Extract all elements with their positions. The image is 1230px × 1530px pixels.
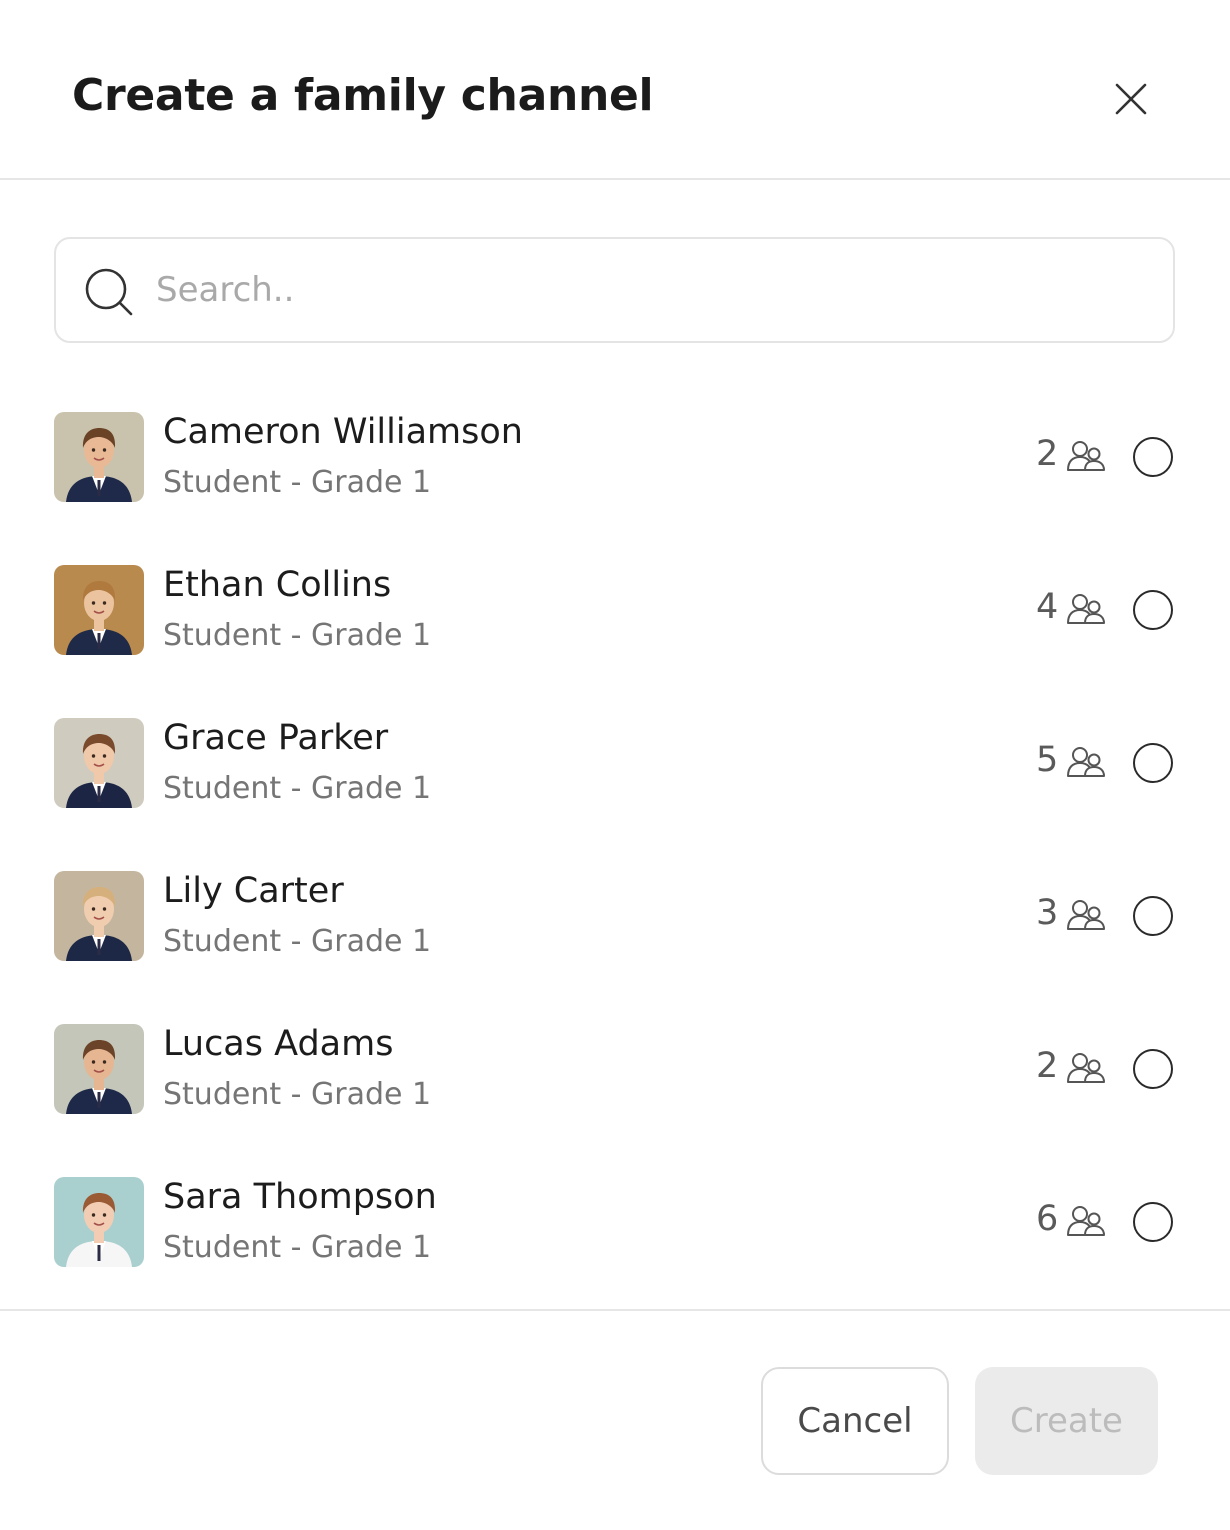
- student-name: Sara Thompson: [163, 1177, 437, 1217]
- family-member-count: 4: [1036, 587, 1059, 627]
- search-box[interactable]: [54, 237, 1175, 343]
- create-button[interactable]: Create: [975, 1367, 1158, 1475]
- cancel-button[interactable]: Cancel: [761, 1367, 949, 1475]
- dialog-header: Create a family channel: [0, 0, 1230, 180]
- create-family-channel-dialog: Create a family channel Cameron Williams…: [0, 0, 1230, 1530]
- family-member-count: 6: [1036, 1199, 1059, 1239]
- select-student-radio[interactable]: [1133, 1202, 1173, 1242]
- close-button[interactable]: [1106, 74, 1156, 124]
- family-members-icon: [1067, 1053, 1105, 1083]
- family-member-count: 2: [1036, 1046, 1059, 1086]
- search-icon: [85, 268, 133, 316]
- student-avatar: [54, 412, 144, 502]
- student-role: Student - Grade 1: [163, 924, 432, 959]
- student-row[interactable]: Ethan Collins Student - Grade 1 4: [0, 553, 1230, 673]
- student-row[interactable]: Grace Parker Student - Grade 1 5: [0, 706, 1230, 826]
- close-icon: [1115, 83, 1147, 115]
- select-student-radio[interactable]: [1133, 896, 1173, 936]
- student-name: Ethan Collins: [163, 565, 392, 605]
- student-name: Lily Carter: [163, 871, 344, 911]
- student-avatar: [54, 565, 144, 655]
- student-name: Cameron Williamson: [163, 412, 523, 452]
- family-member-count: 2: [1036, 434, 1059, 474]
- student-role: Student - Grade 1: [163, 1077, 432, 1112]
- student-row[interactable]: Lily Carter Student - Grade 1 3: [0, 859, 1230, 979]
- student-avatar: [54, 871, 144, 961]
- search-input[interactable]: [156, 259, 1146, 321]
- dialog-footer: Cancel Create: [0, 1309, 1230, 1530]
- select-student-radio[interactable]: [1133, 590, 1173, 630]
- student-name: Lucas Adams: [163, 1024, 394, 1064]
- dialog-title: Create a family channel: [72, 70, 654, 121]
- student-avatar: [54, 718, 144, 808]
- select-student-radio[interactable]: [1133, 1049, 1173, 1089]
- student-row[interactable]: Sara Thompson Student - Grade 1 6: [0, 1165, 1230, 1285]
- student-role: Student - Grade 1: [163, 1230, 432, 1265]
- family-members-icon: [1067, 441, 1105, 471]
- family-members-icon: [1067, 1206, 1105, 1236]
- family-member-count: 5: [1036, 740, 1059, 780]
- student-role: Student - Grade 1: [163, 465, 432, 500]
- student-avatar: [54, 1024, 144, 1114]
- student-role: Student - Grade 1: [163, 771, 432, 806]
- student-avatar: [54, 1177, 144, 1267]
- family-members-icon: [1067, 900, 1105, 930]
- family-member-count: 3: [1036, 893, 1059, 933]
- student-row[interactable]: Lucas Adams Student - Grade 1 2: [0, 1012, 1230, 1132]
- select-student-radio[interactable]: [1133, 743, 1173, 783]
- select-student-radio[interactable]: [1133, 437, 1173, 477]
- student-row[interactable]: Cameron Williamson Student - Grade 1 2: [0, 400, 1230, 520]
- student-name: Grace Parker: [163, 718, 389, 758]
- family-members-icon: [1067, 594, 1105, 624]
- family-members-icon: [1067, 747, 1105, 777]
- student-role: Student - Grade 1: [163, 618, 432, 653]
